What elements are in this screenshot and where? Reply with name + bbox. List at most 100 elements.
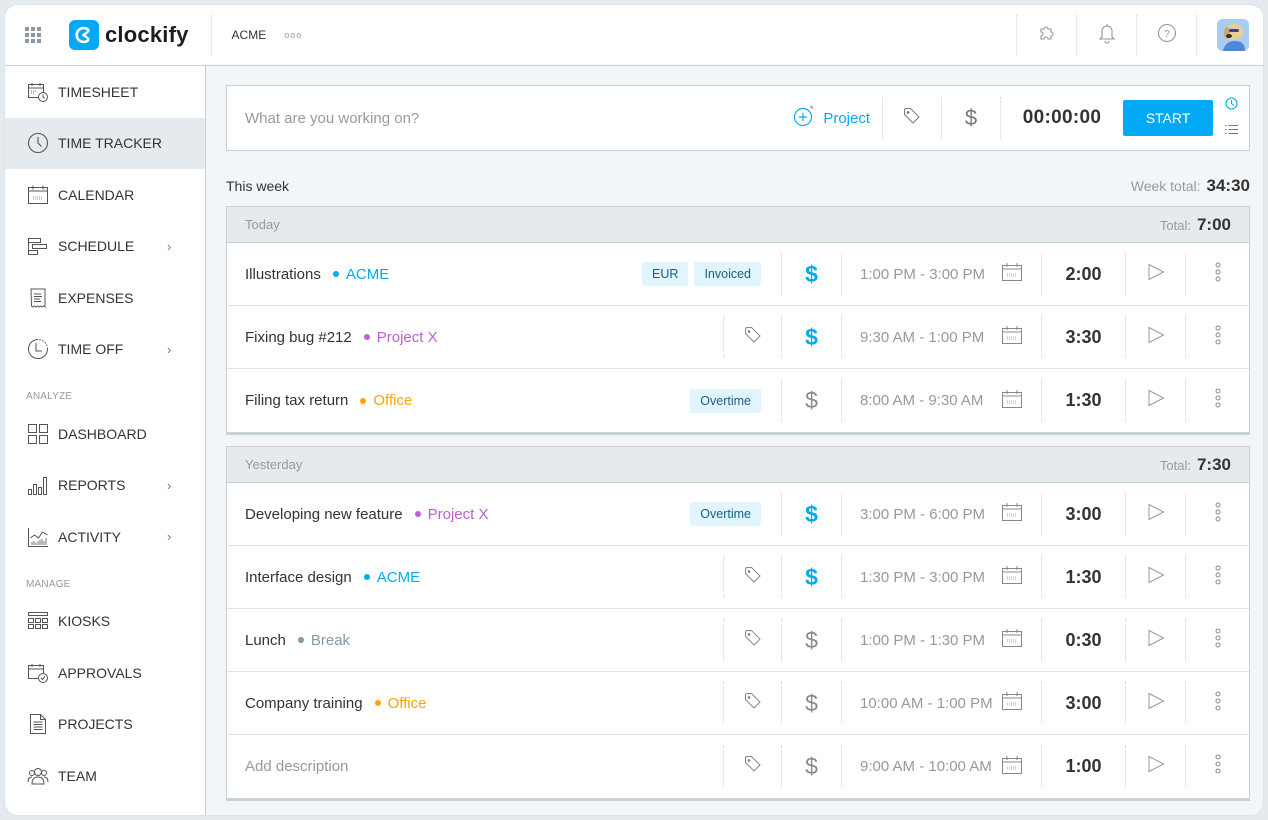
sidebar-item-activity[interactable]: ACTIVITY › [5, 511, 205, 563]
time-range[interactable]: 9:30 AM - 1:00 PM [841, 316, 1041, 358]
tag-badge[interactable]: EUR [642, 262, 689, 286]
calendar-icon[interactable] [1001, 691, 1023, 715]
entry-menu-button[interactable] [1185, 745, 1249, 788]
tag-button[interactable] [723, 619, 781, 661]
continue-button[interactable] [1125, 316, 1185, 358]
sidebar-item-projects[interactable]: PROJECTS [5, 699, 205, 751]
entry-duration[interactable]: 3:00 [1041, 682, 1125, 724]
tag-button[interactable] [723, 556, 781, 598]
entry-duration[interactable]: 2:00 [1041, 253, 1125, 295]
tag-button[interactable] [883, 107, 941, 130]
entry-project[interactable]: Break [297, 632, 350, 649]
tag-button[interactable] [723, 745, 781, 788]
manual-mode-list-icon[interactable] [1224, 122, 1238, 140]
billable-toggle[interactable]: $ [781, 316, 841, 358]
calendar-icon[interactable] [1001, 502, 1023, 526]
apps-grid-icon[interactable] [25, 27, 41, 43]
continue-button[interactable] [1125, 253, 1185, 295]
sidebar-item-timesheet[interactable]: TIMESHEET [5, 66, 205, 118]
tag-badge[interactable]: Overtime [690, 388, 761, 413]
continue-button[interactable] [1125, 556, 1185, 598]
entry-duration[interactable]: 1:30 [1041, 379, 1125, 422]
entry-description[interactable]: Filing tax return [245, 392, 348, 409]
sidebar-item-team[interactable]: TEAM [5, 750, 205, 802]
help-button[interactable]: ? [1136, 15, 1196, 55]
entry-duration[interactable]: 0:30 [1041, 619, 1125, 661]
billable-toggle[interactable]: $ [781, 253, 841, 295]
sidebar-item-kiosks[interactable]: KIOSKS [5, 596, 205, 648]
workspace-more-icon[interactable]: ooo [284, 30, 302, 40]
sidebar-item-calendar[interactable]: CALENDAR [5, 169, 205, 221]
entry-description[interactable]: Company training [245, 695, 363, 712]
entry-project[interactable]: Office [360, 392, 412, 409]
calendar-icon[interactable] [1001, 389, 1023, 413]
timer-mode-clock-icon[interactable] [1224, 96, 1238, 115]
entry-menu-button[interactable] [1185, 556, 1249, 598]
continue-button[interactable] [1125, 379, 1185, 422]
tag-button[interactable] [723, 316, 781, 358]
entry-menu-button[interactable] [1185, 253, 1249, 295]
time-range[interactable]: 1:00 PM - 1:30 PM [841, 619, 1041, 661]
entry-duration[interactable]: 3:00 [1041, 493, 1125, 535]
calendar-icon[interactable] [1001, 628, 1023, 652]
entry-description[interactable]: Interface design [245, 569, 352, 586]
time-range[interactable]: 10:00 AM - 1:00 PM [841, 682, 1041, 724]
sidebar-item-schedule[interactable]: SCHEDULE › [5, 221, 205, 273]
notifications-button[interactable] [1076, 15, 1136, 55]
calendar-icon[interactable] [1001, 262, 1023, 286]
billable-toggle[interactable]: $ [942, 105, 1000, 131]
billable-toggle[interactable]: $ [781, 379, 841, 422]
entry-project[interactable]: Project X [363, 329, 438, 346]
time-range[interactable]: 1:00 PM - 3:00 PM [841, 253, 1041, 295]
time-range[interactable]: 9:00 AM - 10:00 AM [841, 745, 1041, 788]
entry-menu-button[interactable] [1185, 682, 1249, 724]
entry-project[interactable]: ACME [363, 569, 420, 586]
tag-badge[interactable]: Overtime [690, 502, 761, 526]
entry-description[interactable]: Fixing bug #212 [245, 329, 352, 346]
billable-toggle[interactable]: $ [781, 493, 841, 535]
time-range[interactable]: 1:30 PM - 3:00 PM [841, 556, 1041, 598]
add-project-button[interactable]: * Project [793, 104, 882, 131]
entry-menu-button[interactable] [1185, 619, 1249, 661]
calendar-icon[interactable] [1001, 325, 1023, 349]
description-input[interactable] [245, 109, 765, 127]
entry-description[interactable]: Illustrations [245, 266, 321, 283]
time-range[interactable]: 3:00 PM - 6:00 PM [841, 493, 1041, 535]
calendar-icon[interactable] [1001, 755, 1023, 779]
entry-project[interactable]: ACME [332, 266, 389, 283]
entry-menu-button[interactable] [1185, 379, 1249, 422]
tag-badge[interactable]: Invoiced [694, 262, 761, 286]
sidebar-item-reports[interactable]: REPORTS › [5, 460, 205, 512]
logo[interactable]: clockify [69, 20, 189, 50]
sidebar-item-approvals[interactable]: APPROVALS [5, 647, 205, 699]
sidebar-item-time-tracker[interactable]: TIME TRACKER [5, 117, 205, 169]
time-range[interactable]: 8:00 AM - 9:30 AM [841, 379, 1041, 422]
entry-project[interactable]: Office [374, 695, 426, 712]
continue-button[interactable] [1125, 493, 1185, 535]
start-button[interactable]: START [1123, 100, 1213, 136]
billable-toggle[interactable]: $ [781, 619, 841, 661]
sidebar-item-time-off[interactable]: TIME OFF › [5, 324, 205, 376]
billable-toggle[interactable]: $ [781, 556, 841, 598]
billable-toggle[interactable]: $ [781, 745, 841, 788]
workspace-name[interactable]: ACME [232, 28, 267, 42]
entry-menu-button[interactable] [1185, 493, 1249, 535]
avatar[interactable] [1217, 19, 1249, 51]
entry-project[interactable]: Project X [414, 506, 488, 523]
continue-button[interactable] [1125, 682, 1185, 724]
sidebar-item-expenses[interactable]: EXPENSES [5, 272, 205, 324]
entry-duration[interactable]: 3:30 [1041, 316, 1125, 358]
tag-button[interactable] [723, 682, 781, 724]
entry-duration[interactable]: 1:30 [1041, 556, 1125, 598]
sidebar-item-dashboard[interactable]: DASHBOARD [5, 408, 205, 460]
entry-description-placeholder[interactable]: Add description [245, 758, 348, 775]
billable-toggle[interactable]: $ [781, 682, 841, 724]
entry-description[interactable]: Developing new feature [245, 506, 403, 523]
continue-button[interactable] [1125, 745, 1185, 788]
calendar-icon[interactable] [1001, 565, 1023, 589]
integrations-button[interactable] [1016, 15, 1076, 55]
entry-duration[interactable]: 1:00 [1041, 745, 1125, 788]
entry-menu-button[interactable] [1185, 316, 1249, 358]
continue-button[interactable] [1125, 619, 1185, 661]
entry-description[interactable]: Lunch [245, 632, 286, 649]
